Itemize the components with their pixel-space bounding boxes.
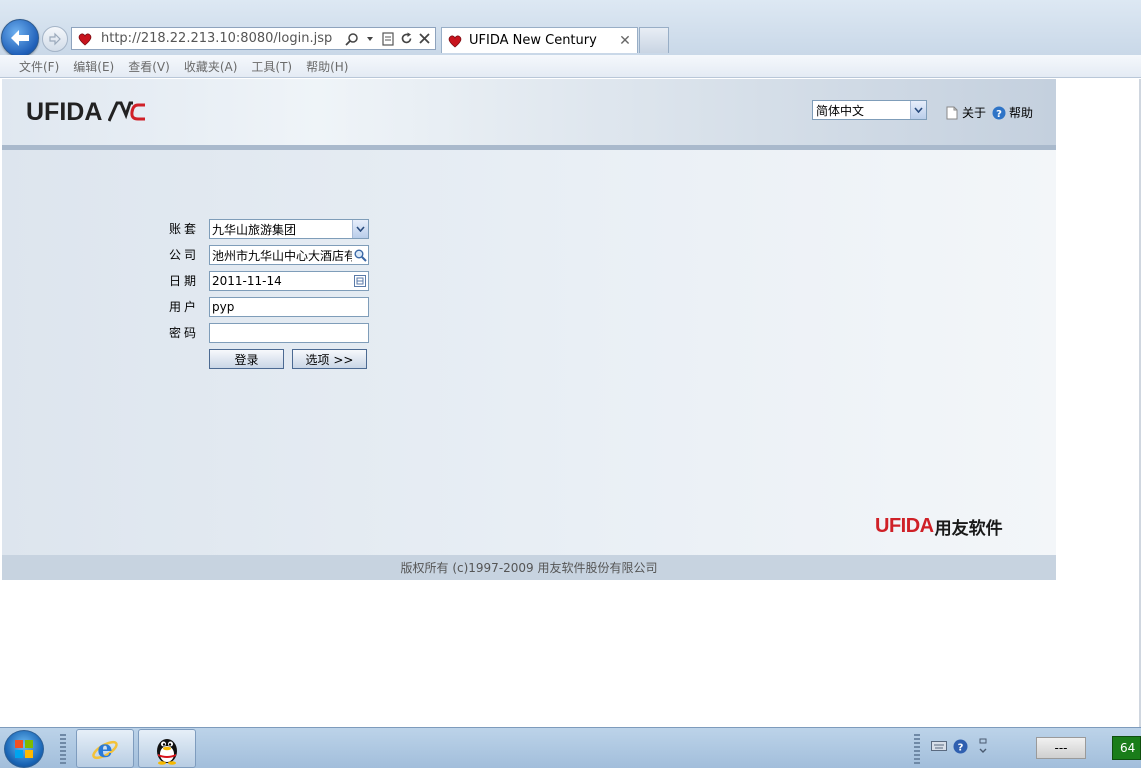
about-label[interactable]: 关于 bbox=[962, 104, 986, 121]
forward-button[interactable] bbox=[42, 26, 68, 52]
help-link[interactable]: ? 帮助 bbox=[992, 104, 1033, 121]
help-icon[interactable]: ? bbox=[952, 738, 968, 754]
logo-text: UFIDA bbox=[26, 97, 103, 126]
svg-text:e: e bbox=[97, 734, 112, 763]
options-button-label: 选项 >> bbox=[305, 352, 354, 367]
compatibility-view-icon[interactable] bbox=[381, 31, 395, 47]
address-bar[interactable]: http://218.22.213.10:8080/login.jsp bbox=[71, 27, 436, 50]
tray-menu-icon[interactable] bbox=[975, 738, 991, 754]
help-icon: ? bbox=[992, 106, 1006, 120]
heart-favicon-icon bbox=[448, 35, 462, 48]
options-button[interactable]: 选项 >> bbox=[292, 349, 367, 369]
login-button-label: 登录 bbox=[234, 352, 259, 367]
date-value: 2011-11-14 bbox=[212, 274, 282, 288]
account-select[interactable]: 九华山旅游集团 bbox=[209, 219, 369, 239]
start-button[interactable] bbox=[4, 730, 44, 768]
tray-status-box[interactable]: --- bbox=[1036, 737, 1086, 759]
brand-en: UFIDA bbox=[875, 515, 934, 537]
new-tab-button[interactable] bbox=[639, 27, 669, 53]
taskbar: e ? --- 64 bbox=[0, 727, 1141, 768]
stop-icon[interactable] bbox=[417, 31, 431, 47]
back-button[interactable] bbox=[1, 19, 39, 57]
menu-help[interactable]: 帮助(H) bbox=[306, 58, 348, 75]
company-field[interactable]: 池州市九华山中心大酒店有 bbox=[209, 245, 369, 265]
user-label: 用户 bbox=[169, 300, 200, 314]
ufida-brand-logo: UFIDA 用友软件 bbox=[875, 514, 1003, 539]
brand-cn: 用友软件 bbox=[934, 519, 1003, 539]
heart-favicon-icon bbox=[78, 33, 92, 46]
user-field[interactable]: pyp bbox=[209, 297, 369, 317]
search-icon[interactable] bbox=[345, 31, 359, 47]
battery-text: 64 bbox=[1120, 741, 1136, 755]
login-button[interactable]: 登录 bbox=[209, 349, 284, 369]
tab-ufida-new-century[interactable]: UFIDA New Century ✕ bbox=[441, 27, 638, 53]
nc-logo-mark-icon bbox=[108, 101, 146, 122]
login-area: 账套 九华山旅游集团 公司 池州市九华山中心大酒店有 日期 2011-11-14… bbox=[2, 150, 1056, 555]
qq-penguin-icon bbox=[157, 738, 177, 765]
about-link[interactable]: 关于 bbox=[945, 104, 986, 121]
battery-indicator[interactable]: 64 bbox=[1112, 736, 1141, 760]
svg-text:?: ? bbox=[996, 109, 1002, 120]
language-value: 简体中文 bbox=[816, 103, 865, 118]
chevron-down-icon[interactable] bbox=[910, 101, 926, 119]
windows-logo-icon bbox=[15, 740, 33, 758]
search-dropdown-icon[interactable] bbox=[363, 31, 377, 47]
company-value: 池州市九华山中心大酒店有 bbox=[212, 248, 352, 263]
menu-bar: 文件(F) 编辑(E) 查看(V) 收藏夹(A) 工具(T) 帮助(H) bbox=[0, 55, 1141, 78]
page-header: UFIDA 简体中文 关于 ? 帮助 bbox=[2, 79, 1056, 145]
calendar-icon[interactable] bbox=[352, 272, 368, 290]
internet-explorer-icon: e bbox=[92, 734, 118, 763]
forward-arrow-icon bbox=[49, 32, 61, 46]
close-tab-icon[interactable]: ✕ bbox=[618, 33, 632, 49]
back-arrow-icon bbox=[11, 30, 29, 46]
password-field[interactable] bbox=[209, 323, 369, 343]
taskbar-grip[interactable] bbox=[60, 734, 66, 764]
document-icon bbox=[945, 106, 959, 120]
menu-tools[interactable]: 工具(T) bbox=[251, 58, 292, 75]
menu-view[interactable]: 查看(V) bbox=[128, 58, 170, 75]
search-icon[interactable] bbox=[352, 246, 368, 264]
chevron-down-icon[interactable] bbox=[352, 220, 368, 238]
date-label: 日期 bbox=[169, 274, 200, 288]
taskbar-qq-button[interactable] bbox=[138, 729, 196, 768]
menu-edit[interactable]: 编辑(E) bbox=[73, 58, 114, 75]
copyright-text: 版权所有 (c)1997-2009 用友软件股份有限公司 bbox=[400, 561, 658, 575]
tray-grip[interactable] bbox=[914, 734, 920, 764]
ufida-nc-logo: UFIDA bbox=[26, 97, 148, 126]
help-label[interactable]: 帮助 bbox=[1009, 104, 1033, 121]
menu-favorites[interactable]: 收藏夹(A) bbox=[184, 58, 238, 75]
page-footer: 版权所有 (c)1997-2009 用友软件股份有限公司 bbox=[2, 555, 1056, 580]
svg-text:?: ? bbox=[957, 742, 963, 753]
refresh-icon[interactable] bbox=[399, 31, 413, 47]
password-label: 密码 bbox=[169, 326, 200, 340]
date-field[interactable]: 2011-11-14 bbox=[209, 271, 369, 291]
keyboard-icon[interactable] bbox=[931, 738, 947, 754]
taskbar-ie-button[interactable]: e bbox=[76, 729, 134, 768]
user-value: pyp bbox=[212, 300, 235, 314]
login-page: UFIDA 简体中文 关于 ? 帮助 账套 九华山旅游集团 公司 池州市九华山中… bbox=[2, 79, 1056, 580]
language-select[interactable]: 简体中文 bbox=[812, 100, 927, 120]
tray-status-text: --- bbox=[1054, 741, 1068, 755]
account-label: 账套 bbox=[169, 222, 200, 236]
url-text[interactable]: http://218.22.213.10:8080/login.jsp bbox=[101, 31, 345, 46]
menu-file[interactable]: 文件(F) bbox=[19, 58, 59, 75]
browser-toolbar: http://218.22.213.10:8080/login.jsp UFID… bbox=[0, 0, 1141, 57]
company-label: 公司 bbox=[169, 248, 200, 262]
tab-title: UFIDA New Century bbox=[469, 33, 597, 48]
account-value: 九华山旅游集团 bbox=[212, 222, 297, 237]
